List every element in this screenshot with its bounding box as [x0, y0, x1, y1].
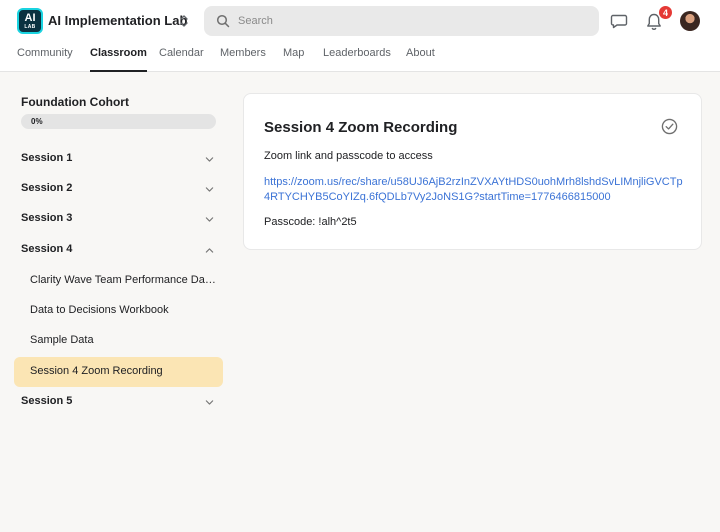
course-sidebar: Foundation Cohort 0% Session 1 Session 2…	[0, 72, 232, 532]
lesson-label: Sample Data	[30, 334, 94, 346]
chat-bubble-icon[interactable]	[610, 12, 628, 30]
cohort-title: Foundation Cohort	[21, 95, 129, 109]
session-label: Session 4	[21, 243, 73, 255]
tab-about[interactable]: About	[406, 47, 435, 72]
sidebar-item-session-1[interactable]: Session 1	[14, 144, 223, 174]
lesson-content-card: Session 4 Zoom Recording Zoom link and p…	[243, 93, 702, 250]
sidebar-item-session-4[interactable]: Session 4	[14, 235, 223, 265]
notification-badge: 4	[658, 5, 673, 20]
app-title[interactable]: AI Implementation Lab	[48, 13, 187, 28]
lesson-item[interactable]: Data to Decisions Workbook	[14, 296, 223, 326]
session-label: Session 3	[21, 212, 73, 224]
tab-calendar[interactable]: Calendar	[159, 47, 204, 72]
chevron-down-icon	[205, 187, 214, 192]
search-icon	[216, 14, 230, 28]
lesson-description: Zoom link and passcode to access	[264, 150, 433, 162]
main-nav: Community Classroom Calendar Members Map…	[0, 44, 720, 72]
chevron-up-icon	[205, 248, 214, 253]
tab-classroom[interactable]: Classroom	[90, 47, 147, 72]
progress-bar: 0%	[21, 114, 216, 129]
tab-members[interactable]: Members	[220, 47, 266, 72]
session-label: Session 1	[21, 152, 73, 164]
session-label: Session 2	[21, 182, 73, 194]
passcode-text: Passcode: !alh^2t5	[264, 216, 357, 228]
sidebar-item-session-2[interactable]: Session 2	[14, 174, 223, 204]
search-input[interactable]	[238, 6, 588, 36]
lesson-item-active[interactable]: Session 4 Zoom Recording	[14, 357, 223, 387]
lesson-title: Session 4 Zoom Recording	[264, 119, 458, 136]
logo-subtext: LAB	[24, 23, 36, 30]
lesson-label: Clarity Wave Team Performance Dashboard	[30, 274, 216, 286]
lesson-label: Data to Decisions Workbook	[30, 304, 169, 316]
lesson-item[interactable]: Sample Data	[14, 326, 223, 356]
app-logo[interactable]: AI LAB	[17, 8, 43, 34]
chevron-down-icon	[205, 157, 214, 162]
search-bar[interactable]	[204, 6, 599, 36]
tab-map[interactable]: Map	[283, 47, 304, 72]
chevron-up-down-icon[interactable]	[178, 12, 190, 30]
tab-community[interactable]: Community	[17, 47, 73, 72]
logo-text: AI	[24, 11, 36, 24]
avatar[interactable]	[680, 11, 700, 31]
chevron-down-icon	[205, 400, 214, 405]
chevron-down-icon	[205, 217, 214, 222]
check-circle-icon[interactable]	[661, 118, 678, 135]
sidebar-item-session-3[interactable]: Session 3	[14, 204, 223, 234]
tab-leaderboards[interactable]: Leaderboards	[323, 47, 391, 72]
session-label: Session 5	[21, 395, 73, 407]
sidebar-item-session-5[interactable]: Session 5	[14, 387, 223, 417]
top-header: AI LAB AI Implementation Lab 4 Community…	[0, 0, 720, 72]
progress-label: 0%	[31, 117, 43, 126]
zoom-recording-link[interactable]: https://zoom.us/rec/share/u58UJ6AjB2rzIn…	[264, 175, 684, 205]
lesson-label: Session 4 Zoom Recording	[30, 365, 163, 377]
lesson-item[interactable]: Clarity Wave Team Performance Dashboard	[14, 266, 223, 296]
